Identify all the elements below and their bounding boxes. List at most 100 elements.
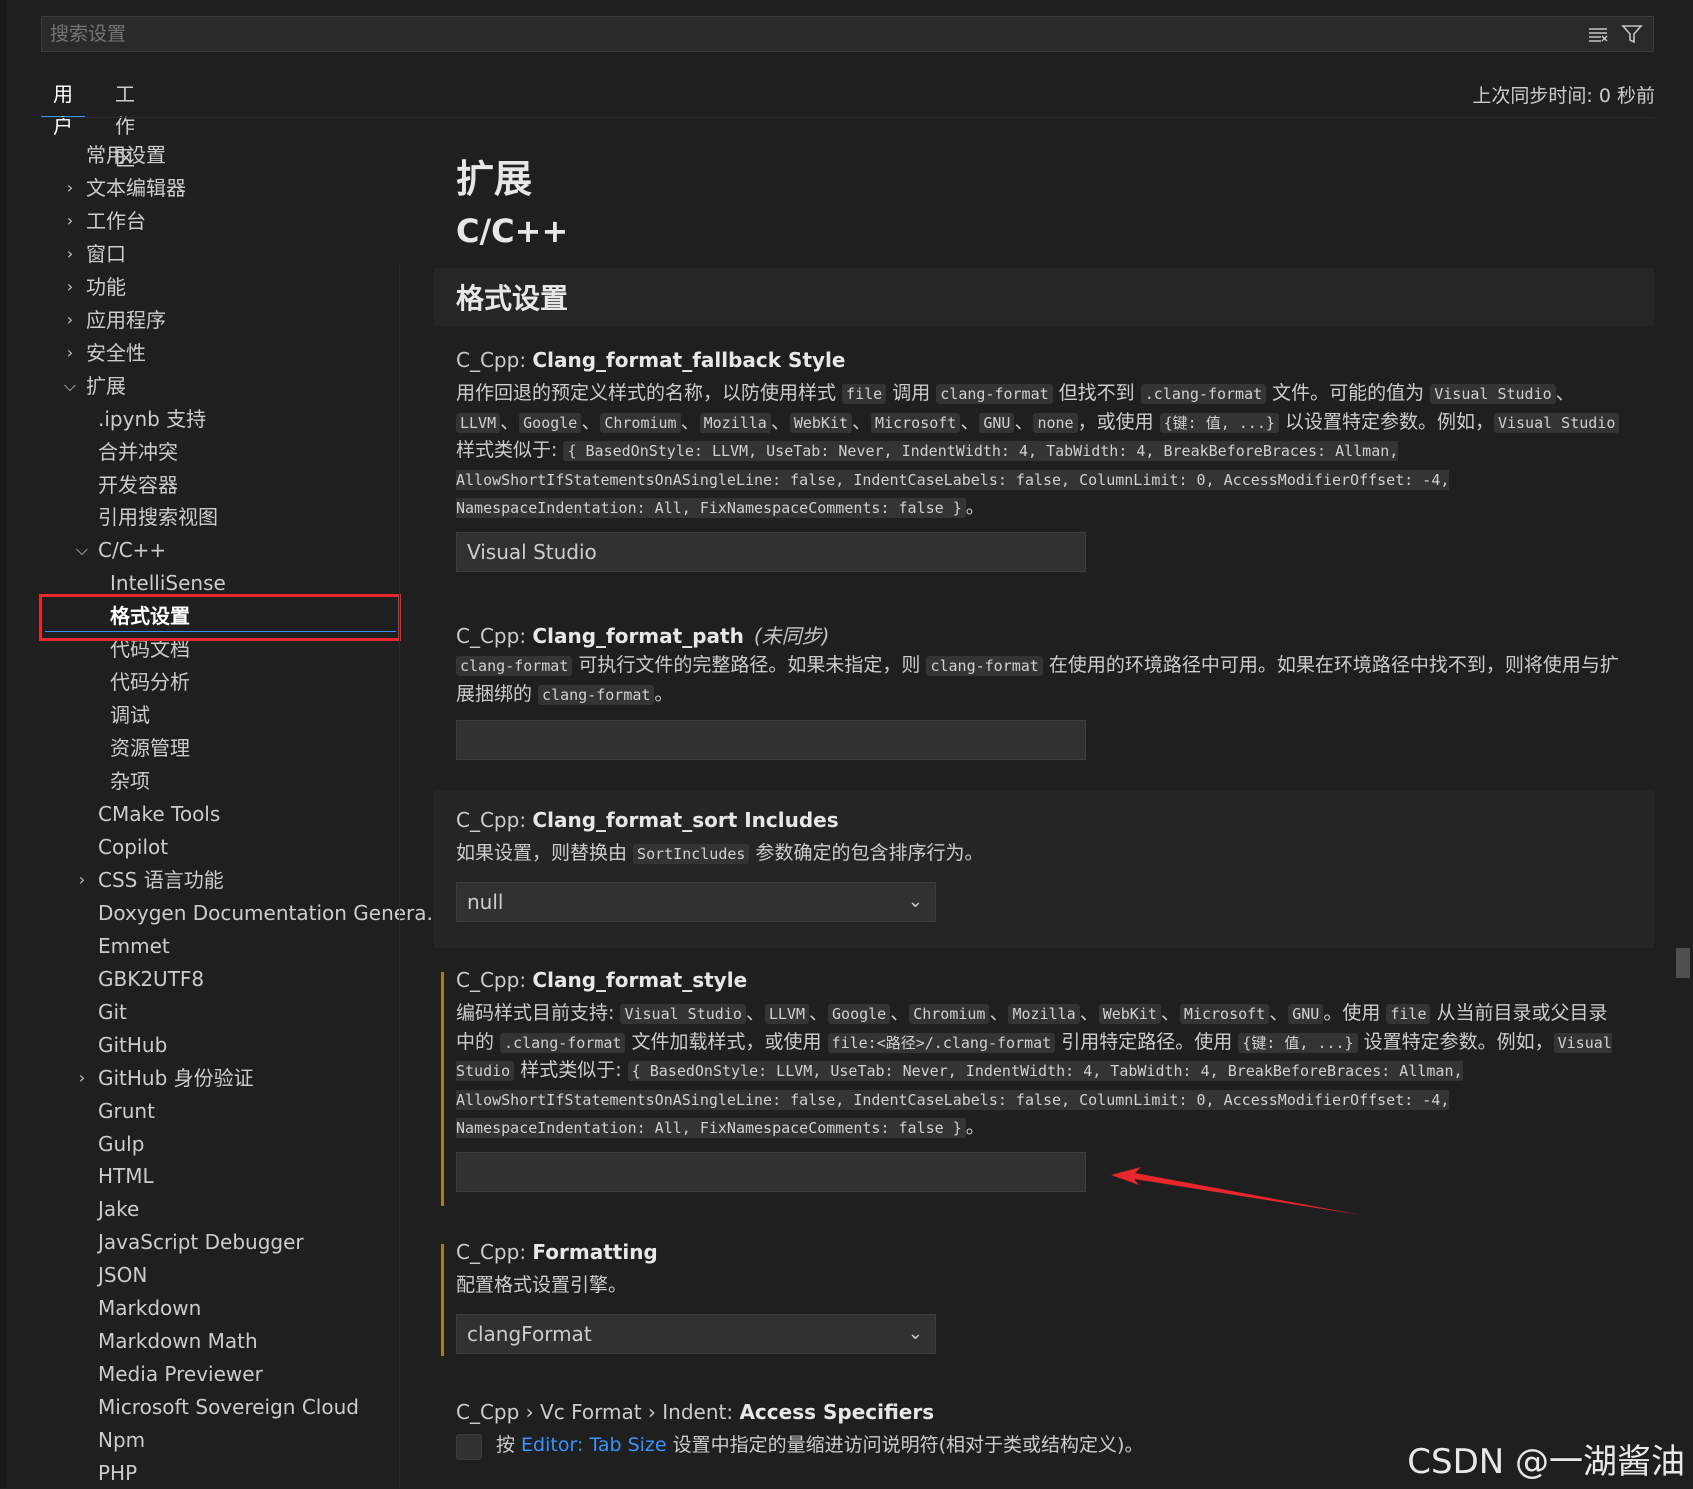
tree-item[interactable]: › CSS 语言功能 (0, 864, 399, 896)
watermark: CSDN @一湖酱油 (1407, 1442, 1685, 1482)
tree-item[interactable]: Doxygen Documentation Genera... (0, 897, 446, 929)
tree-item[interactable]: Emmet (0, 930, 399, 962)
tree-item-label: 功能 (86, 274, 126, 299)
tree-item-label: 工作台 (86, 208, 146, 233)
tree-item[interactable]: › 工作台 (0, 205, 399, 237)
setting-title: C_Cpp: Clang_format_fallback Style (456, 348, 846, 372)
tree-item-label: Microsoft Sovereign Cloud (98, 1395, 359, 1420)
tree-item-label: JSON (98, 1263, 148, 1288)
tree-item-label: PHP (98, 1461, 138, 1485)
tree-item-label: 引用搜索视图 (98, 505, 218, 530)
settings-toc-tree: 常用设置 › 文本编辑器 › 工作台 › 窗口 › 功能 › 应用程序 › 安全性 ⌵ 扩展 .ipynb 支… (0, 137, 446, 1489)
indent-access-specifiers-checkbox[interactable] (456, 1434, 482, 1460)
tree-item[interactable]: Markdown (0, 1292, 399, 1324)
tree-item-label: GBK2UTF8 (98, 966, 205, 991)
tree-item[interactable]: 引用搜索视图 (0, 501, 399, 533)
tree-item[interactable]: CMake Tools (0, 798, 399, 830)
tree-item[interactable]: 杂项 (0, 765, 399, 797)
tab-size-link[interactable]: Editor: Tab Size (521, 1434, 667, 1456)
tree-item[interactable]: 代码分析 (0, 666, 399, 698)
tree-item-label: GitHub 身份验证 (98, 1065, 254, 1090)
setting-description: 配置格式设置引擎。 (456, 1274, 628, 1296)
tree-item-label: Jake (98, 1197, 140, 1222)
setting-title: C_Cpp: Clang_format_style (456, 968, 748, 992)
tree-item[interactable]: Jake (0, 1193, 399, 1225)
tree-item[interactable]: › 应用程序 (0, 304, 399, 336)
annotation-arrow (1111, 1167, 1361, 1215)
tree-item[interactable]: HTML (0, 1160, 399, 1192)
formatting-engine-select[interactable]: clangFormat ⌄ (456, 1314, 936, 1354)
tree-item[interactable]: 常用设置 (0, 139, 399, 171)
setting-description: 如果设置，则替换由 SortIncludes 参数确定的包含排序行为。 (456, 842, 984, 864)
tree-item-label: Emmet (98, 933, 170, 958)
chevron-down-icon: ⌵ (63, 375, 77, 395)
tree-item-label: Npm (98, 1428, 146, 1453)
tree-item-label: 常用设置 (86, 143, 166, 167)
chevron-down-icon: ⌵ (75, 540, 89, 560)
sort-includes-select[interactable]: null ⌄ (456, 882, 936, 922)
setting-title: C_Cpp: Clang_format_sort Includes (456, 808, 839, 832)
clear-filter-icon[interactable] (1587, 23, 1609, 45)
tree-item[interactable]: Copilot (0, 831, 399, 863)
section-header: 格式设置 (434, 268, 1654, 326)
tree-item-label: 合并冲突 (98, 439, 178, 464)
tree-item-label: 扩展 (86, 373, 126, 398)
tree-item[interactable]: › GitHub 身份验证 (0, 1062, 399, 1094)
setting-description: 编码样式目前支持: Visual Studio、 LLVM、 Google、 Chro… (456, 1002, 1612, 1138)
tree-item-label: 文本编辑器 (86, 175, 186, 200)
tree-item[interactable]: JavaScript Debugger (0, 1226, 399, 1258)
tree-item-label: 安全性 (86, 340, 146, 365)
search-input[interactable] (42, 17, 1653, 51)
tree-item[interactable]: 资源管理 (0, 732, 399, 764)
setting-description: 用作回退的预定义样式的名称，以防使用样式 file 调用 clang-forma… (456, 380, 1626, 523)
filter-icon[interactable] (1621, 23, 1643, 45)
setting-clang-format-style[interactable]: C_Cpp: Clang_format_style 编码样式目前支持: Visu… (434, 958, 1654, 1206)
tree-item[interactable]: Gulp (0, 1128, 399, 1160)
tree-item[interactable]: 开发容器 (0, 469, 399, 501)
setting-fallback-style[interactable]: C_Cpp: Clang_format_fallback Style 用作回退的… (434, 340, 1654, 580)
clang-format-path-input[interactable] (456, 720, 1086, 760)
setting-description: clang-format 可执行文件的完整路径。如果未指定，则 clang-fo… (456, 654, 1619, 705)
tree-item[interactable]: GBK2UTF8 (0, 963, 399, 995)
setting-formatting[interactable]: C_Cpp: Formatting 配置格式设置引擎。 clangFormat ⌄ (434, 1232, 1654, 1362)
tree-item[interactable]: › 文本编辑器 (0, 172, 399, 204)
setting-title: C_Cpp: Clang_format_path (未同步) (456, 624, 830, 648)
tree-item[interactable]: Media Previewer (0, 1358, 399, 1390)
tree-item[interactable]: ⌵ 扩展 (0, 370, 399, 402)
tree-item[interactable]: 合并冲突 (0, 436, 399, 468)
fallback-style-input[interactable]: Visual Studio (456, 532, 1086, 572)
tree-item[interactable]: › 功能 (0, 271, 399, 303)
tree-item[interactable]: ⌵ C/C++ (0, 534, 399, 566)
setting-title: C_Cpp: Formatting (456, 1240, 658, 1264)
tree-item-label: GitHub (98, 1032, 168, 1057)
highlight-box (39, 594, 401, 641)
tree-item[interactable]: GitHub (0, 1029, 399, 1061)
chevron-right-icon: › (66, 243, 74, 263)
tree-item[interactable]: › 窗口 (0, 238, 399, 270)
tree-item-label: CSS 语言功能 (98, 867, 224, 892)
tree-item-label: 杂项 (110, 769, 150, 794)
tree-item-label: CMake Tools (98, 802, 221, 826)
tree-item[interactable]: Grunt (0, 1095, 399, 1127)
modified-indicator (441, 1244, 444, 1356)
section-title: 格式设置 (456, 282, 569, 315)
tree-item[interactable]: PHP (0, 1457, 399, 1489)
tree-item-label: Media Previewer (98, 1362, 263, 1387)
tree-item[interactable]: Npm (0, 1424, 399, 1456)
tree-item[interactable]: .ipynb 支持 (0, 403, 399, 435)
settings-search[interactable] (41, 16, 1654, 52)
tree-item[interactable]: JSON (0, 1259, 399, 1291)
tab-workspace[interactable]: 工作区 (103, 78, 147, 170)
clang-format-style-input[interactable] (456, 1152, 1086, 1192)
tree-item[interactable]: Markdown Math (0, 1325, 399, 1357)
tree-item[interactable]: Git (0, 996, 399, 1028)
setting-sort-includes[interactable]: C_Cpp: Clang_format_sort Includes 如果设置，则… (434, 790, 1654, 948)
tree-item[interactable]: Microsoft Sovereign Cloud (0, 1391, 399, 1423)
tree-item[interactable]: › 安全性 (0, 337, 399, 369)
setting-clang-format-path[interactable]: C_Cpp: Clang_format_path (未同步) clang-form… (434, 612, 1654, 772)
tab-user[interactable]: 用户 (41, 78, 85, 138)
pane-divider[interactable] (399, 264, 400, 1488)
tree-item-label: C/C++ (98, 538, 167, 563)
scrollbar-thumb[interactable] (1676, 948, 1690, 978)
tree-item[interactable]: 调试 (0, 699, 399, 731)
